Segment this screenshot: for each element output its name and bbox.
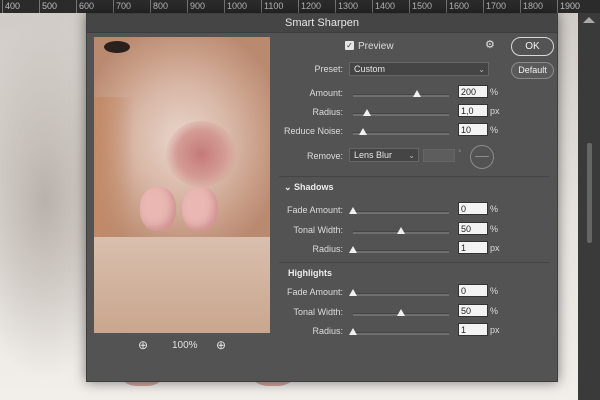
hamster-paw-left [140,187,176,231]
radius-label: Radius: [312,107,343,117]
highlights-fade-amount-label: Fade Amount: [286,287,343,297]
ruler-tick: 700 [113,0,131,13]
ruler-tick: 1700 [483,0,506,13]
highlights-fade-amount-thumb[interactable] [349,289,357,296]
remove-value: Lens Blur [354,150,393,160]
zoom-controls: ⊕ 100% ⊕ [94,336,270,356]
default-button[interactable]: Default [511,62,554,79]
ok-button[interactable]: OK [511,37,554,56]
zoom-in-icon[interactable]: ⊕ [216,338,226,352]
ruler-tick: 900 [187,0,205,13]
ruler-tick: 500 [39,0,57,13]
reduce-noise-slider[interactable] [353,128,449,135]
chevron-down-icon: ⌄ [408,151,415,160]
highlights-section-title[interactable]: Highlights [288,268,332,278]
zoom-level: 100% [172,340,198,351]
preset-dropdown[interactable]: Custom ⌄ [349,62,489,76]
shadows-radius-slider[interactable] [349,246,449,253]
highlights-radius-field[interactable]: 1 [458,323,488,336]
shadows-section-title[interactable]: ⌄ Shadows [284,182,334,193]
chevron-down-icon: ⌄ [478,65,485,74]
shadows-fade-amount-thumb[interactable] [349,207,357,214]
amount-unit: % [490,87,499,97]
shadows-fade-amount-label: Fade Amount: [286,205,343,215]
shadows-tonal-width-thumb[interactable] [397,227,405,234]
scroll-up-icon[interactable] [583,17,595,23]
ruler-tick: 1000 [224,0,247,13]
highlights-radius-unit: px [490,325,500,335]
amount-slider-thumb[interactable] [413,90,422,97]
ruler-tick: 1100 [261,0,283,13]
highlights-radius-slider[interactable] [349,328,449,335]
shadows-tonal-width-slider[interactable] [353,227,449,234]
ruler-tick: 1600 [446,0,469,13]
smart-sharpen-dialog: Smart Sharpen ⊕ 100% ⊕ ✓ Preview ⚙ OK De… [86,13,558,382]
hamster-eye [104,41,130,53]
right-panel-strip [578,13,600,400]
angle-dial[interactable] [470,145,494,169]
shadows-fade-amount-field[interactable]: 0 [458,202,488,215]
hamster-paw-right [182,187,218,231]
dialog-title: Smart Sharpen [87,14,557,33]
ruler-tick: 1800 [520,0,543,13]
shadows-radius-thumb[interactable] [349,246,357,253]
preset-label: Preset: [314,64,343,74]
zoom-out-icon[interactable]: ⊕ [138,338,148,352]
horizontal-ruler: 400 500 600 700 800 900 1000 1100 1200 1300 1400 15… [0,0,600,13]
preview-checkbox[interactable]: ✓ [345,41,354,50]
highlights-tonal-width-unit: % [490,306,499,316]
preview-image[interactable] [94,37,270,333]
ruler-tick: 600 [76,0,94,13]
highlights-fade-amount-slider[interactable] [349,289,449,296]
amount-label: Amount: [309,88,343,98]
ruler-tick: 1300 [335,0,358,13]
remove-dropdown[interactable]: Lens Blur ⌄ [349,148,419,162]
highlights-radius-label: Radius: [312,326,343,336]
shadows-tonal-width-unit: % [490,224,499,234]
preview-label: Preview [358,41,394,52]
highlights-tonal-width-slider[interactable] [353,309,449,316]
ruler-tick: 1400 [372,0,395,13]
ruler-tick: 1200 [298,0,321,13]
radius-unit: px [490,106,500,116]
scrollbar-thumb[interactable] [587,143,592,243]
shadows-radius-unit: px [490,243,500,253]
angle-unit: ° [458,148,462,158]
shadows-fade-amount-slider[interactable] [349,207,449,214]
ruler-tick: 1900 [557,0,580,13]
radius-slider-thumb[interactable] [363,109,372,116]
shadows-radius-label: Radius: [312,244,343,254]
remove-label: Remove: [306,151,343,161]
shadows-radius-field[interactable]: 1 [458,241,488,254]
divider [279,176,549,177]
reduce-noise-label: Reduce Noise: [283,126,343,136]
highlights-fade-amount-field[interactable]: 0 [458,284,488,297]
amount-field[interactable]: 200 [458,85,488,98]
highlights-radius-thumb[interactable] [349,328,357,335]
preset-value: Custom [354,64,386,74]
ruler-tick: 1500 [409,0,432,13]
radius-field[interactable]: 1,0 [458,104,488,117]
reduce-noise-slider-thumb[interactable] [358,128,367,135]
divider [279,262,549,263]
reduce-noise-field[interactable]: 10 [458,123,488,136]
shadows-tonal-width-label: Tonal Width: [293,225,343,235]
ruler-tick: 800 [150,0,168,13]
highlights-tonal-width-thumb[interactable] [397,309,405,316]
angle-field[interactable] [423,149,455,162]
highlights-fade-amount-unit: % [490,286,499,296]
highlights-tonal-width-field[interactable]: 50 [458,304,488,317]
shadows-title: Shadows [294,182,334,192]
radius-slider[interactable] [353,109,449,116]
reduce-noise-unit: % [490,125,499,135]
hamster-belly [94,237,270,333]
gear-icon[interactable]: ⚙ [485,38,495,51]
hamster-nose [166,121,236,187]
amount-slider[interactable] [353,90,449,97]
shadows-tonal-width-field[interactable]: 50 [458,222,488,235]
highlights-tonal-width-label: Tonal Width: [293,307,343,317]
shadows-fade-amount-unit: % [490,204,499,214]
ruler-tick: 400 [2,0,20,13]
